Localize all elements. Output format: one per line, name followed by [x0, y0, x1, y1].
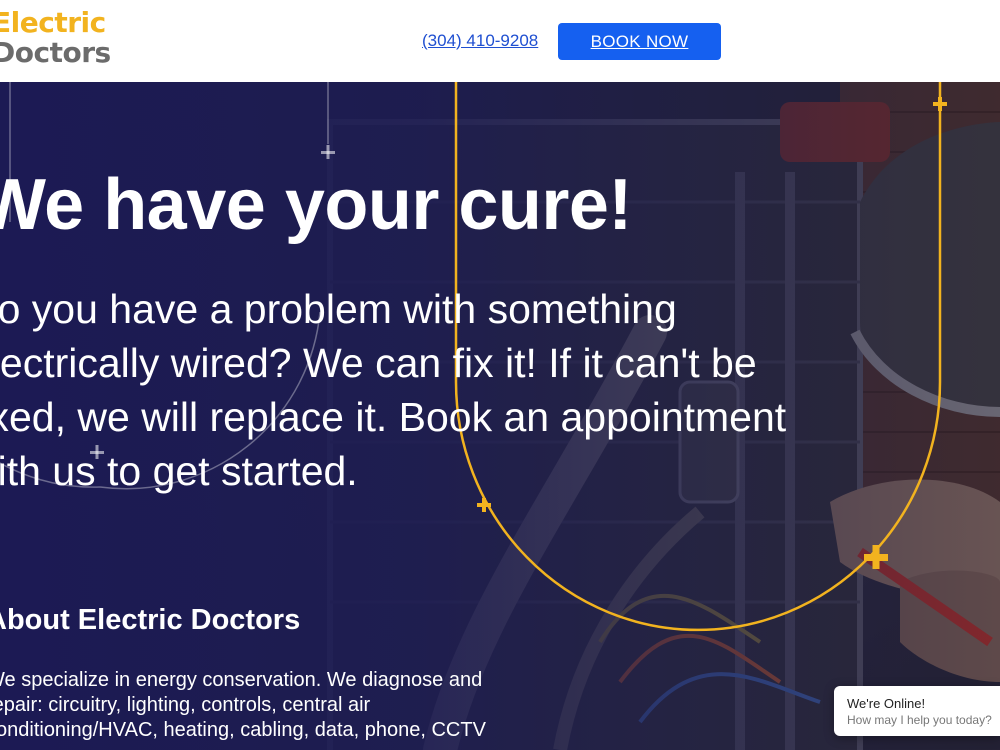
hero-description-line: fixed, we will replace it. Book an appoi…: [0, 394, 787, 440]
about-title: About Electric Doctors: [0, 604, 301, 636]
chat-status: We're Online!: [847, 696, 926, 711]
about-description-line: conditioning/HVAC, heating, cabling, dat…: [0, 719, 486, 741]
hero-description-line: Do you have a problem with something: [0, 286, 677, 332]
about-description-line: repair: circuitry, lighting, controls, c…: [0, 694, 371, 716]
hero-description-line: electrically wired? We can fix it! If it…: [0, 340, 757, 386]
logo-line-1: Electric: [0, 6, 106, 39]
hero-title: We have your cure!: [0, 165, 632, 245]
logo[interactable]: Electric Doctors: [0, 8, 111, 68]
book-now-button[interactable]: BOOK NOW: [558, 23, 721, 60]
chat-prompt: How may I help you today?: [847, 713, 992, 727]
logo-line-2: Doctors: [0, 36, 111, 69]
about-description: We specialize in energy conservation. We…: [0, 668, 486, 743]
about-description-line: We specialize in energy conservation. We…: [0, 669, 483, 691]
site-header: Electric Doctors (304) 410-9208 BOOK NOW: [0, 0, 1000, 82]
hero-description-line: with us to get started.: [0, 448, 358, 494]
live-chat-widget[interactable]: We're Online! How may I help you today?: [834, 686, 1000, 736]
hero-description: Do you have a problem with something ele…: [0, 282, 868, 498]
phone-link[interactable]: (304) 410-9208: [422, 31, 538, 51]
hero-section: We have your cure! Do you have a problem…: [0, 82, 1000, 750]
